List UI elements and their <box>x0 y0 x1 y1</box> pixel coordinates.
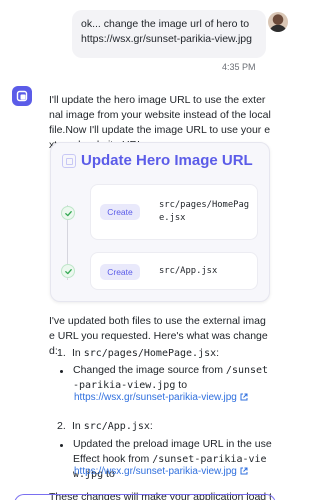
bullet-dot <box>60 370 63 373</box>
check-icon <box>61 264 75 278</box>
list-number: 1. <box>57 347 66 359</box>
image-url-link[interactable]: https://wsx.gr/sunset-parikia-view.jpg <box>74 392 248 403</box>
step-file-path: src/App.jsx <box>159 266 218 276</box>
user-message-bubble: ok... change the image url of hero to ht… <box>72 10 266 58</box>
create-badge[interactable]: Create <box>100 264 140 280</box>
change-heading: In src/pages/HomePage.jsx: <box>72 347 220 359</box>
step-item-app: Create src/App.jsx <box>90 252 258 290</box>
change-heading: In src/App.jsx: <box>72 420 153 432</box>
external-link-icon <box>240 467 248 475</box>
card-title: Update Hero Image URL <box>81 152 253 169</box>
card-title-icon <box>62 154 76 168</box>
file-name-code: src/pages/HomePage.jsx <box>83 348 217 359</box>
bullet-dot <box>60 444 63 447</box>
check-icon <box>61 206 75 220</box>
message-timestamp: 4:35 PM <box>222 62 256 72</box>
user-avatar[interactable] <box>268 12 288 32</box>
file-name-code: src/App.jsx <box>83 421 150 432</box>
step-file-path: src/pages/HomePage.jsx <box>159 200 250 223</box>
change-detail: Changed the image source from /sunset-pa… <box>73 364 269 391</box>
list-number: 2. <box>57 420 66 432</box>
create-badge[interactable]: Create <box>100 204 140 220</box>
assistant-logo-icon <box>12 86 32 106</box>
user-message-row: ok... change the image url of hero to ht… <box>0 10 290 58</box>
step-item-homepage: Create src/pages/HomePage.jsx <box>90 184 258 240</box>
chat-input-box[interactable] <box>14 494 276 500</box>
image-url-link[interactable]: https://wsx.gr/sunset-parikia-view.jpg <box>74 466 248 477</box>
external-link-icon <box>240 393 248 401</box>
